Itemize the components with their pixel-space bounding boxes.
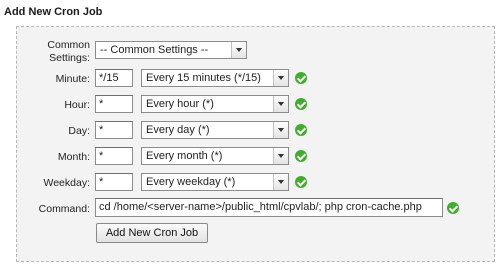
minute-select-value: Every 15 minutes (*/15) xyxy=(146,72,261,84)
check-circle-icon xyxy=(295,150,307,162)
chevron-down-icon xyxy=(273,70,288,86)
month-input[interactable]: * xyxy=(95,147,133,165)
day-select[interactable]: Every day (*) xyxy=(141,121,289,139)
weekday-input[interactable]: * xyxy=(95,173,133,191)
page-title: Add New Cron Job xyxy=(4,6,103,18)
day-select-value: Every day (*) xyxy=(146,124,210,136)
hour-label: Hour: xyxy=(64,99,90,111)
common-settings-label: Common Settings: xyxy=(30,39,90,65)
minute-select[interactable]: Every 15 minutes (*/15) xyxy=(141,69,289,87)
add-new-cron-job-button[interactable]: Add New Cron Job xyxy=(96,223,208,243)
command-input[interactable]: cd /home/<server-name>/public_html/cpvla… xyxy=(95,198,443,217)
month-select-value: Every month (*) xyxy=(146,150,223,162)
chevron-down-icon xyxy=(273,96,288,112)
day-label: Day: xyxy=(68,125,90,137)
check-circle-icon xyxy=(295,124,307,136)
chevron-down-icon xyxy=(231,42,246,58)
chevron-down-icon xyxy=(273,122,288,138)
weekday-select-value: Every weekday (*) xyxy=(146,176,236,188)
hour-select[interactable]: Every hour (*) xyxy=(141,95,289,113)
check-circle-icon xyxy=(295,176,307,188)
month-label: Month: xyxy=(57,151,90,163)
weekday-label: Weekday: xyxy=(43,177,91,189)
hour-input[interactable]: * xyxy=(95,95,133,113)
check-circle-icon xyxy=(295,72,307,84)
chevron-down-icon xyxy=(273,174,288,190)
hour-select-value: Every hour (*) xyxy=(146,98,214,110)
chevron-down-icon xyxy=(273,148,288,164)
minute-input[interactable]: */15 xyxy=(95,69,133,87)
minute-label: Minute: xyxy=(55,73,90,85)
weekday-select[interactable]: Every weekday (*) xyxy=(141,173,289,191)
check-circle-icon xyxy=(295,98,307,110)
month-select[interactable]: Every month (*) xyxy=(141,147,289,165)
day-input[interactable]: * xyxy=(95,121,133,139)
check-circle-icon xyxy=(447,202,459,214)
common-settings-select[interactable]: -- Common Settings -- xyxy=(95,41,247,59)
common-settings-label-line2: Settings: xyxy=(49,52,90,64)
common-settings-label-line1: Common xyxy=(47,39,90,51)
command-label: Command: xyxy=(38,203,90,215)
common-settings-value: -- Common Settings -- xyxy=(100,44,209,56)
